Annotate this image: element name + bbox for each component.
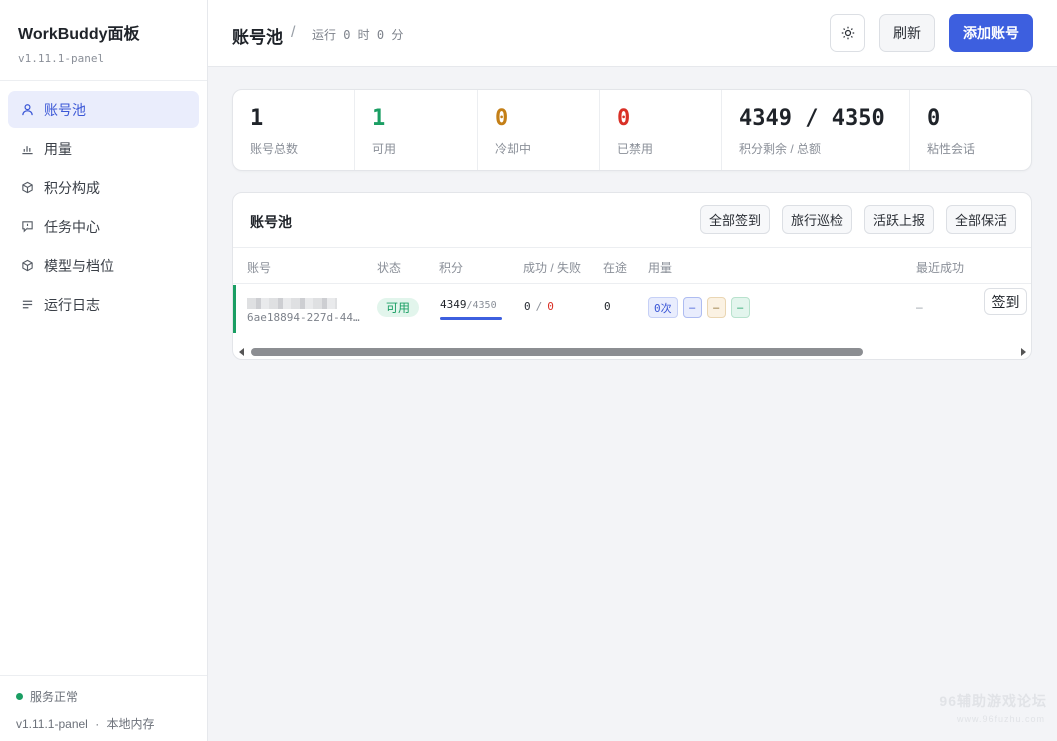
stat-value: 1 xyxy=(372,106,386,131)
column-header-success-fail: 成功 / 失败 xyxy=(523,261,582,275)
sign-all-button[interactable]: 全部签到 xyxy=(700,205,770,234)
usage-chip: – xyxy=(706,297,726,318)
credits-total: /4350 xyxy=(466,300,497,311)
stat-label: 积分剩余 / 总额 xyxy=(739,142,822,156)
stats-card: 1 账号总数 1 可用 0 冷却中 0 已禁用 4349 / 4350 积分剩余… xyxy=(232,89,1032,171)
table-row[interactable]: 6ae18894-227d-44… 可用 4349/4350 0 / 0 0 0次 … xyxy=(233,285,1031,333)
account-id: 6ae18894-227d-44… xyxy=(247,311,360,324)
footer-separator: · xyxy=(95,717,100,731)
footer-info: v1.11.1-panel · 本地内存 xyxy=(16,715,191,732)
keep-alive-all-button[interactable]: 全部保活 xyxy=(946,205,1016,234)
sidebar-item-account-pool[interactable]: 账号池 xyxy=(8,91,199,128)
column-header-credits: 积分 xyxy=(439,261,464,275)
watermark-url: www.96fuzhu.com xyxy=(956,714,1045,724)
stat-available: 1 可用 xyxy=(355,90,478,170)
sidebar-item-label: 模型与档位 xyxy=(44,257,114,274)
scroll-left-arrow-icon[interactable] xyxy=(239,348,244,356)
uptime-text: 运行 0 时 0 分 xyxy=(312,28,404,42)
box-icon xyxy=(20,259,34,273)
stat-label: 已禁用 xyxy=(617,142,654,156)
sidebar-item-label: 账号池 xyxy=(44,101,86,118)
stat-label: 粘性会话 xyxy=(927,142,976,156)
scroll-right-arrow-icon[interactable] xyxy=(1021,348,1026,356)
scrollbar-thumb[interactable] xyxy=(251,348,863,356)
travel-check-button[interactable]: 旅行巡检 xyxy=(782,205,852,234)
sidebar-item-task-center[interactable]: 任务中心 xyxy=(8,208,199,245)
sidebar-item-label: 任务中心 xyxy=(44,218,100,235)
breadcrumb-separator: / xyxy=(291,24,296,41)
last-success: – xyxy=(916,300,923,314)
column-header-last-success: 最近成功 xyxy=(916,261,965,275)
column-header-status: 状态 xyxy=(377,261,402,275)
header: 账号池 / 运行 0 时 0 分 刷新 添加账号 xyxy=(208,0,1057,67)
usage-chip: – xyxy=(682,297,702,318)
account-pool-panel: 账号池 全部签到 旅行巡检 活跃上报 全部保活 账号 状态 积分 成功 / 失败… xyxy=(232,192,1032,360)
column-header-in-flight: 在途 xyxy=(603,261,628,275)
account-name-redacted xyxy=(247,298,337,309)
sidebar-item-label: 积分构成 xyxy=(44,179,100,196)
sidebar-item-label: 用量 xyxy=(44,140,72,157)
usage-chip: – xyxy=(730,297,750,318)
stat-cooling: 0 冷却中 xyxy=(478,90,600,170)
stat-credits: 4349 / 4350 积分剩余 / 总额 xyxy=(722,90,910,170)
app-title: WorkBuddy面板 xyxy=(18,26,140,43)
sidebar-item-models[interactable]: 模型与档位 xyxy=(8,247,199,284)
stat-value: 0 xyxy=(927,106,941,131)
brand: WorkBuddy面板 v1.11.1-panel xyxy=(0,0,207,81)
usage-chips: 0次 – – – xyxy=(648,297,755,318)
stat-value: 0 xyxy=(617,106,631,131)
in-flight-count: 0 xyxy=(604,300,611,313)
app-version: v1.11.1-panel xyxy=(18,52,105,65)
sidebar-item-usage[interactable]: 用量 xyxy=(8,130,199,167)
sun-icon xyxy=(841,26,855,40)
stat-label: 冷却中 xyxy=(495,142,532,156)
stat-label: 账号总数 xyxy=(250,142,299,156)
success-fail: 0 / 0 xyxy=(524,300,554,313)
credits-progress-bar xyxy=(440,317,502,320)
add-account-button[interactable]: 添加账号 xyxy=(949,14,1033,52)
sidebar: WorkBuddy面板 v1.11.1-panel 账号池 用量 积分构成 任务… xyxy=(0,0,208,741)
refresh-button[interactable]: 刷新 xyxy=(879,14,935,52)
credits-progress-fill xyxy=(440,317,502,320)
status-dot-icon xyxy=(16,693,23,700)
footer-version: v1.11.1-panel xyxy=(16,717,88,731)
theme-toggle-button[interactable] xyxy=(830,14,865,52)
page-title: 账号池 xyxy=(232,28,283,47)
message-icon xyxy=(20,220,34,234)
user-icon xyxy=(20,103,34,117)
fail-count: 0 xyxy=(547,300,554,313)
horizontal-scrollbar[interactable] xyxy=(233,346,1031,359)
credits-value: 4349/4350 xyxy=(440,298,497,311)
usage-chip: 0次 xyxy=(648,297,678,318)
success-count: 0 xyxy=(524,300,531,313)
stat-total-accounts: 1 账号总数 xyxy=(233,90,355,170)
footer-storage: 本地内存 xyxy=(106,717,155,731)
sidebar-item-label: 运行日志 xyxy=(44,296,100,313)
sidebar-item-credit-breakdown[interactable]: 积分构成 xyxy=(8,169,199,206)
active-report-button[interactable]: 活跃上报 xyxy=(864,205,934,234)
column-header-usage: 用量 xyxy=(648,261,673,275)
stat-sticky-sessions: 0 粘性会话 xyxy=(910,90,1031,170)
service-status: 服务正常 xyxy=(16,688,191,705)
list-icon xyxy=(20,298,34,312)
cube-icon xyxy=(20,181,34,195)
status-text: 服务正常 xyxy=(30,690,79,704)
table-header: 账号 状态 积分 成功 / 失败 在途 用量 最近成功 xyxy=(233,247,1031,284)
stat-value: 0 xyxy=(495,106,509,131)
panel-title: 账号池 xyxy=(250,214,292,230)
credits-remaining: 4349 xyxy=(440,298,467,311)
stat-disabled: 0 已禁用 xyxy=(600,90,722,170)
sign-in-button[interactable]: 签到 xyxy=(984,288,1027,315)
success-fail-separator: / xyxy=(535,300,543,313)
watermark: 96辅助游戏论坛 xyxy=(939,693,1047,709)
stat-label: 可用 xyxy=(372,142,397,156)
stat-value: 4349 / 4350 xyxy=(739,106,885,131)
bar-chart-icon xyxy=(20,142,34,156)
status-badge: 可用 xyxy=(377,298,419,317)
stat-value: 1 xyxy=(250,106,264,131)
sidebar-footer: 服务正常 v1.11.1-panel · 本地内存 xyxy=(0,675,207,741)
sidebar-item-logs[interactable]: 运行日志 xyxy=(8,286,199,323)
sidebar-nav: 账号池 用量 积分构成 任务中心 模型与档位 运行日志 xyxy=(0,81,207,335)
column-header-account: 账号 xyxy=(247,261,272,275)
